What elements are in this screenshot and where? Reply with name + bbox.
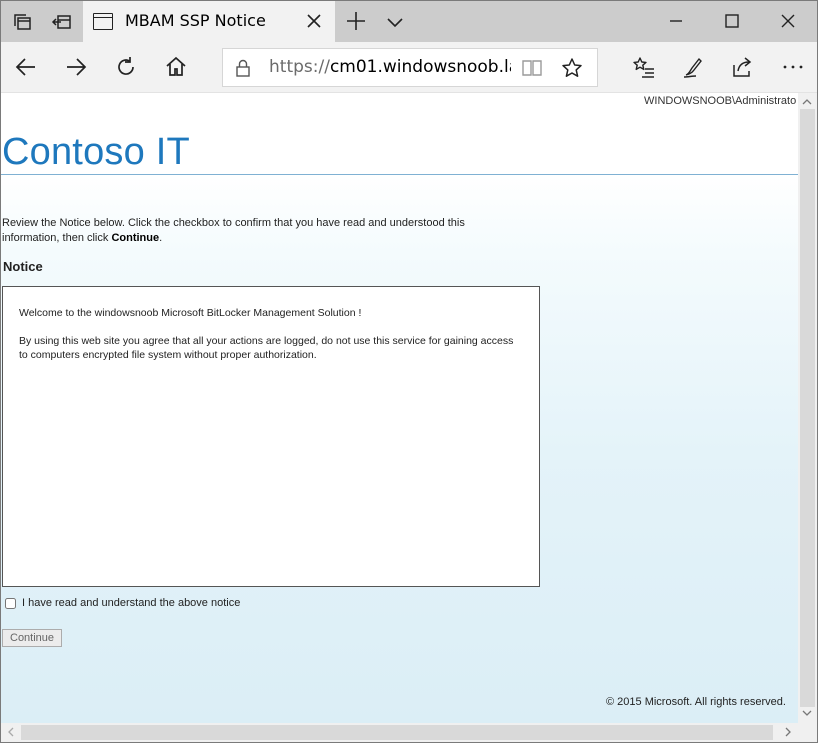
instructions-continue-word: Continue — [111, 232, 160, 244]
lock-icon[interactable] — [235, 59, 251, 77]
scrollbar-corner — [798, 723, 817, 742]
tab-close-icon[interactable] — [305, 12, 323, 30]
favorites-list-icon[interactable] — [631, 54, 657, 80]
title-bar: MBAM SSP Notice — [1, 1, 817, 42]
chevron-down-icon[interactable] — [385, 12, 405, 32]
maximize-icon[interactable] — [721, 10, 743, 32]
tab-mbam-ssp-notice[interactable]: MBAM SSP Notice — [83, 1, 335, 42]
share-icon[interactable] — [729, 54, 755, 80]
notice-paragraph-welcome: Welcome to the windowsnoob Microsoft Bit… — [19, 307, 362, 319]
navigation-bar: https://cm01.windowsnoob.lab.lo — [1, 42, 817, 93]
horizontal-scrollbar[interactable] — [1, 723, 798, 742]
brand-title: Contoso IT — [2, 131, 190, 173]
scroll-up-arrow-icon[interactable] — [801, 96, 813, 108]
vertical-scrollbar[interactable] — [798, 93, 817, 723]
address-bar[interactable]: https://cm01.windowsnoob.lab.lo — [222, 48, 598, 87]
new-tab-icon[interactable] — [345, 10, 367, 32]
minimize-icon[interactable] — [665, 10, 687, 32]
web-note-pen-icon[interactable] — [680, 54, 706, 80]
url-protocol: https:// — [269, 57, 330, 77]
scroll-left-arrow-icon[interactable] — [5, 726, 17, 738]
page-viewport: WINDOWSNOOB\Administrato Contoso IT Revi… — [1, 93, 798, 723]
home-icon[interactable] — [163, 54, 189, 80]
scroll-right-arrow-icon[interactable] — [782, 726, 794, 738]
reading-view-icon[interactable] — [521, 59, 543, 77]
notice-paragraph-terms: By using this web site you agree that al… — [19, 335, 514, 361]
favorite-star-icon[interactable] — [561, 57, 583, 79]
notice-text-box: Welcome to the windowsnoob Microsoft Bit… — [2, 286, 540, 587]
acknowledge-checkbox[interactable] — [5, 597, 16, 609]
acknowledge-label[interactable]: I have read and understand the above not… — [22, 597, 240, 609]
set-tabs-aside-icon[interactable] — [49, 9, 75, 35]
back-arrow-icon[interactable] — [13, 54, 39, 80]
forward-arrow-icon[interactable] — [63, 54, 89, 80]
url-host: cm01.windowsnoob.lab.lo — [329, 57, 511, 77]
vertical-scroll-thumb[interactable] — [800, 109, 815, 707]
scroll-down-arrow-icon[interactable] — [801, 707, 813, 719]
horizontal-scroll-thumb[interactable] — [21, 725, 773, 740]
header-divider — [1, 174, 798, 175]
acknowledge-row[interactable]: I have read and understand the above not… — [5, 597, 240, 609]
tabs-aside-icon[interactable] — [9, 9, 35, 35]
refresh-icon[interactable] — [113, 54, 139, 80]
continue-button[interactable]: Continue — [2, 629, 63, 647]
tab-title: MBAM SSP Notice — [125, 11, 266, 30]
instructions-end: . — [159, 232, 163, 244]
instructions-body: Review the Notice below. Click the check… — [2, 217, 465, 244]
signed-in-user: WINDOWSNOOB\Administrato — [644, 95, 797, 107]
page-icon — [93, 13, 113, 30]
notice-heading: Notice — [3, 259, 43, 274]
close-window-icon[interactable] — [777, 10, 799, 32]
instructions-text: Review the Notice below. Click the check… — [2, 216, 522, 246]
more-options-icon[interactable] — [780, 54, 806, 80]
copyright-text: © 2015 Microsoft. All rights reserved. — [606, 696, 786, 708]
browser-window: MBAM SSP Notice https://cm01.windowsnoob… — [0, 0, 818, 743]
url-text[interactable]: https://cm01.windowsnoob.lab.lo — [269, 57, 511, 77]
